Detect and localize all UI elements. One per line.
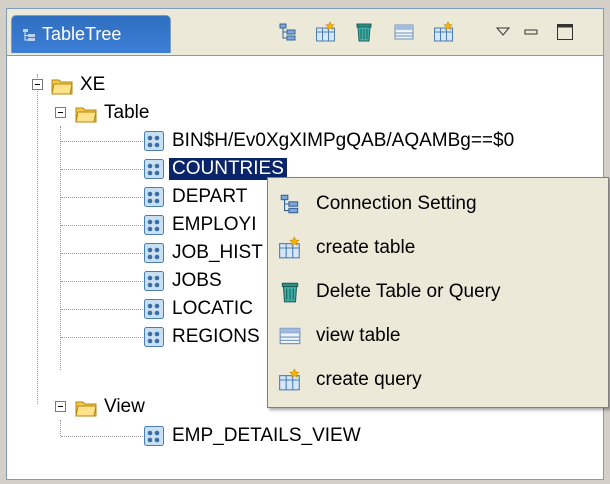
table-icon (143, 214, 165, 236)
view-table-icon (278, 324, 302, 348)
tree-node-table-selected[interactable]: COUNTRIES (143, 155, 288, 183)
tree-node-label: XE (80, 74, 106, 95)
tree-node-label: DEPART (172, 186, 248, 207)
create-table-icon (278, 236, 302, 260)
context-menu: Connection Setting create table Delete T… (267, 177, 609, 408)
table-icon (143, 242, 165, 264)
create-query-button[interactable] (431, 19, 457, 45)
view-table-button[interactable] (391, 19, 417, 45)
delete-icon (278, 280, 302, 304)
tree-node-view-folder[interactable]: View (75, 393, 148, 421)
menu-item-create-query[interactable]: create query (268, 360, 608, 400)
tree-connector (61, 281, 143, 282)
view-menu-chevron-icon (496, 27, 510, 36)
delete-button[interactable] (351, 19, 377, 45)
tree-connector (60, 420, 61, 436)
tab-title: TableTree (42, 24, 122, 44)
view-table-icon (393, 21, 415, 43)
table-icon (143, 270, 165, 292)
view-menu-button[interactable] (493, 19, 513, 45)
table-icon (143, 186, 165, 208)
collapse-toggle-table[interactable] (55, 107, 66, 118)
menu-item-create-table[interactable]: create table (268, 228, 608, 268)
minimize-button[interactable] (521, 19, 541, 45)
folder-icon (75, 396, 97, 418)
tree-node-table[interactable]: DEPART (143, 183, 250, 211)
tree-node-table[interactable]: LOCATIC (143, 295, 256, 323)
tree-connector (61, 141, 143, 142)
maximize-button[interactable] (553, 19, 577, 45)
tree-node-table[interactable]: JOB_HIST (143, 239, 266, 267)
collapse-toggle-xe[interactable] (32, 79, 43, 90)
tree-node-xe[interactable]: XE (51, 71, 108, 99)
maximize-icon (557, 24, 573, 40)
tree-node-label: EMPLOYI (172, 214, 257, 235)
delete-icon (353, 21, 375, 43)
tabletree-icon (23, 29, 35, 41)
tree-node-table-folder[interactable]: Table (75, 99, 152, 127)
tree-connector (61, 337, 143, 338)
folder-icon (75, 102, 97, 124)
tree-connector (61, 253, 143, 254)
tree-node-label: JOBS (172, 270, 222, 291)
tree-node-label: EMP_DETAILS_VIEW (172, 425, 361, 446)
menu-item-label: Delete Table or Query (316, 281, 501, 302)
tree-connector (61, 436, 143, 437)
tree-node-label: Table (104, 102, 150, 123)
table-icon (143, 425, 165, 447)
tree-node-label: LOCATIC (172, 298, 253, 319)
menu-item-label: Connection Setting (316, 193, 477, 214)
menu-item-connection-setting[interactable]: Connection Setting (268, 184, 608, 224)
create-query-icon (278, 368, 302, 392)
tree-connector (61, 225, 143, 226)
connection-setting-button[interactable] (275, 19, 301, 45)
tree-node-label: JOB_HIST (172, 242, 263, 263)
table-icon (143, 298, 165, 320)
view-titlebar: TableTree (7, 9, 603, 56)
tree-node-table[interactable]: JOBS (143, 267, 225, 295)
collapse-toggle-view[interactable] (55, 401, 66, 412)
tree-node-table[interactable]: EMPLOYI (143, 211, 259, 239)
tree-node-label: BIN$H/Ev0XgXIMPgQAB/AQAMBg==$0 (172, 130, 515, 151)
tree-node-table[interactable]: BIN$H/Ev0XgXIMPgQAB/AQAMBg==$0 (143, 127, 517, 155)
table-icon (143, 158, 165, 180)
connection-setting-icon (277, 21, 299, 43)
table-icon (143, 130, 165, 152)
menu-item-view-table[interactable]: view table (268, 316, 608, 356)
menu-item-delete[interactable]: Delete Table or Query (268, 272, 608, 312)
tree-connector (60, 126, 61, 370)
create-table-icon (315, 21, 337, 43)
tree-connector (61, 169, 143, 170)
tree-node-label: REGIONS (172, 326, 260, 347)
tree-node-view[interactable]: EMP_DETAILS_VIEW (143, 422, 364, 450)
tab-tabletree[interactable]: TableTree (11, 15, 171, 53)
menu-item-label: view table (316, 325, 401, 346)
tree-connector (61, 197, 143, 198)
menu-item-label: create table (316, 237, 416, 258)
create-table-button[interactable] (313, 19, 339, 45)
minimize-icon (524, 29, 538, 35)
tree-node-label: View (104, 396, 145, 417)
tree-connector (61, 309, 143, 310)
tree-connector (37, 74, 38, 404)
connection-setting-icon (278, 192, 302, 216)
table-icon (143, 326, 165, 348)
folder-icon (51, 74, 73, 96)
menu-item-label: create query (316, 369, 422, 390)
tree-node-table[interactable]: REGIONS (143, 323, 263, 351)
create-query-icon (433, 21, 455, 43)
